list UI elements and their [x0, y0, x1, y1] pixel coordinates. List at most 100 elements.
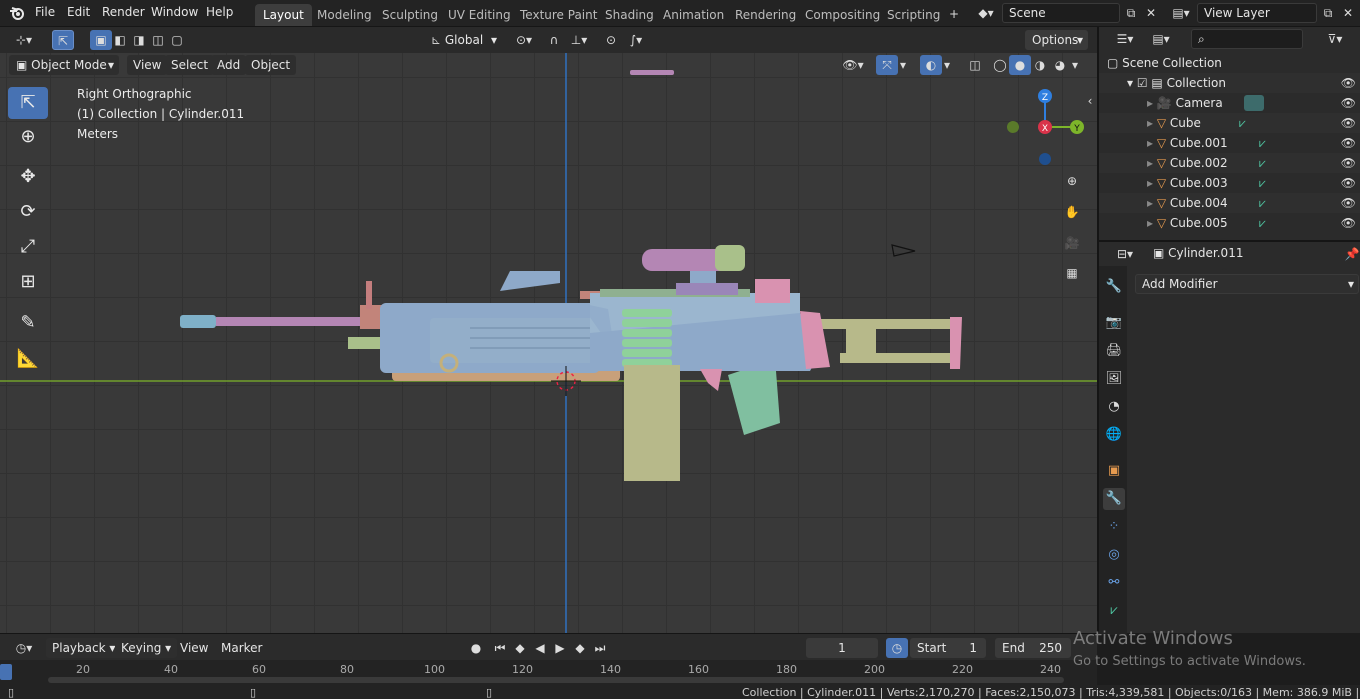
view-layer-field[interactable]: View Layer [1197, 3, 1317, 23]
expand-chevron-icon[interactable]: ▸ [1147, 136, 1157, 150]
mesh-data-tab-icon[interactable]: ⩗ [1103, 600, 1125, 622]
expand-chevron-icon[interactable]: ▸ [1147, 96, 1157, 110]
outliner-item-cube-005[interactable]: ▸ ▽ Cube.005 ⩗ 👁 [1099, 213, 1360, 233]
menu-render[interactable]: Render [102, 5, 145, 19]
current-frame-field[interactable]: 1 [806, 638, 878, 658]
camera-view-icon[interactable]: 🎥 [1061, 233, 1083, 255]
render-tab-icon[interactable]: 📷 [1103, 312, 1125, 334]
outliner-item-camera[interactable]: ▸ 🎥 Camera 👁 [1099, 93, 1360, 113]
object-tab-icon[interactable]: ▣ [1103, 460, 1125, 482]
add-modifier-dropdown[interactable]: Add Modifier ▾ [1135, 274, 1359, 294]
sidebar-toggle-icon[interactable]: ‹ [1084, 91, 1096, 111]
blender-logo-icon[interactable] [9, 5, 25, 21]
menu-file[interactable]: File [35, 5, 55, 19]
eye-icon[interactable]: 👁 [1341, 173, 1356, 193]
outliner-search-input[interactable]: ⌕ [1191, 29, 1303, 49]
outliner-item-cube-001[interactable]: ▸ ▽ Cube.001 ⩗ 👁 [1099, 133, 1360, 153]
jump-end-icon[interactable]: ⏭ [589, 638, 611, 658]
modifier-tab-icon[interactable]: 🔧 [1103, 488, 1125, 510]
display-mode-icon[interactable]: ▤▾ [1147, 29, 1175, 49]
scene-field[interactable]: Scene [1002, 3, 1120, 23]
start-frame-field[interactable]: Start 1 [910, 638, 986, 658]
eye-icon[interactable]: 👁 [1341, 93, 1356, 113]
constraints-tab-icon[interactable]: ⚯ [1103, 572, 1125, 594]
output-tab-icon[interactable]: 🖨 [1103, 340, 1125, 362]
timeline-editor-type-icon[interactable]: ◷▾ [8, 638, 40, 658]
view-layer-browse-icon[interactable]: ▤▾ [1168, 3, 1194, 23]
snap-icon[interactable]: ∩ [543, 30, 565, 50]
eye-icon[interactable]: 👁 [1341, 213, 1356, 233]
record-icon[interactable]: ● [465, 638, 487, 658]
tab-modeling[interactable]: Modeling [309, 4, 380, 26]
proportional-falloff-icon[interactable]: ∫▾ [620, 30, 652, 50]
timeline-menu-view[interactable]: View [174, 638, 214, 658]
keying-menu[interactable]: Keying ▾ [115, 638, 178, 658]
tab-scripting[interactable]: Scripting [879, 4, 948, 26]
play-reverse-icon[interactable]: ◀ [529, 638, 551, 658]
tab-compositing[interactable]: Compositing [797, 4, 888, 26]
tab-texture-paint[interactable]: Texture Paint [512, 4, 605, 26]
pan-hand-icon[interactable]: ✋ [1061, 202, 1083, 224]
prev-keyframe-icon[interactable]: ◆ [509, 638, 531, 658]
tool-tab-icon[interactable]: 🔧 [1103, 276, 1125, 298]
pin-icon[interactable]: 📌 [1341, 244, 1360, 264]
collection-row[interactable]: ▾ ☑ ▤ Collection 👁 [1099, 73, 1360, 93]
particles-tab-icon[interactable]: ⁘ [1103, 516, 1125, 538]
3d-viewport[interactable]: ▣ Object Mode ▾ View Select Add Object 👁▾… [0, 53, 1097, 633]
expand-chevron-icon[interactable]: ▸ [1147, 116, 1157, 130]
checkbox-icon[interactable]: ☑ [1137, 76, 1152, 90]
outliner-item-cube-004[interactable]: ▸ ▽ Cube.004 ⩗ 👁 [1099, 193, 1360, 213]
expand-chevron-icon[interactable]: ▸ [1147, 156, 1157, 170]
close-scene-icon[interactable]: ✕ [1140, 3, 1162, 23]
expand-chevron-icon[interactable]: ▸ [1147, 176, 1157, 190]
tab-uv-editing[interactable]: UV Editing [440, 4, 519, 26]
play-icon[interactable]: ▶ [549, 638, 571, 658]
options-dropdown[interactable]: Options ▾ [1025, 30, 1088, 50]
outliner-item-cube-002[interactable]: ▸ ▽ Cube.002 ⩗ 👁 [1099, 153, 1360, 173]
preview-range-icon[interactable]: ◷ [886, 638, 908, 658]
eye-icon[interactable]: 👁 [1341, 113, 1356, 133]
next-keyframe-icon[interactable]: ◆ [569, 638, 591, 658]
add-workspace-icon[interactable]: + [943, 4, 965, 24]
scene-tab-icon[interactable]: ◔ [1103, 396, 1125, 418]
timeline-scrollbar[interactable] [48, 677, 1064, 683]
view-layer-tab-icon[interactable]: 🖼 [1103, 368, 1125, 390]
new-view-layer-icon[interactable]: ⧉ [1317, 3, 1339, 23]
editor-type-icon[interactable]: ⊹▾ [8, 30, 40, 50]
transform-orientation-dropdown[interactable]: ⊾ Global ▾ [424, 30, 502, 50]
world-tab-icon[interactable]: 🌐 [1103, 424, 1125, 446]
jump-start-icon[interactable]: ⏮ [489, 638, 511, 658]
menu-help[interactable]: Help [206, 5, 233, 19]
scroll-icon[interactable] [1351, 29, 1360, 49]
expand-chevron-icon[interactable]: ▸ [1147, 196, 1157, 210]
eye-icon[interactable]: 👁 [1341, 193, 1356, 213]
menu-window[interactable]: Window [151, 5, 198, 19]
outliner-item-cube-003[interactable]: ▸ ▽ Cube.003 ⩗ 👁 [1099, 173, 1360, 193]
filter-icon[interactable]: ⊽▾ [1321, 29, 1349, 49]
playhead[interactable] [0, 664, 12, 680]
collapse-chevron-icon[interactable]: ▾ [1127, 76, 1137, 90]
end-frame-field[interactable]: End 250 [995, 638, 1071, 658]
menu-edit[interactable]: Edit [67, 5, 90, 19]
proportional-edit-icon[interactable]: ⊙ [600, 30, 622, 50]
properties-editor-type-icon[interactable]: ⊟▾ [1111, 244, 1139, 264]
tab-sculpting[interactable]: Sculpting [374, 4, 446, 26]
tab-rendering[interactable]: Rendering [727, 4, 804, 26]
outliner-item-cube[interactable]: ▸ ▽ Cube ⩗ 👁 [1099, 113, 1360, 133]
snap-target-icon[interactable]: ⊥▾ [563, 30, 595, 50]
pivot-point-icon[interactable]: ⊙▾ [510, 30, 538, 50]
outliner-editor-type-icon[interactable]: ☰▾ [1111, 29, 1139, 49]
tab-shading[interactable]: Shading [597, 4, 662, 26]
timeline-ruler[interactable]: 20 40 60 80 100 120 140 160 180 200 220 … [0, 660, 1097, 686]
eye-icon[interactable]: 👁 [1341, 133, 1356, 153]
timeline-menu-marker[interactable]: Marker [215, 638, 268, 658]
expand-chevron-icon[interactable]: ▸ [1147, 216, 1157, 230]
orthographic-toggle-icon[interactable]: ▦ [1061, 263, 1083, 285]
playback-menu[interactable]: Playback ▾ [46, 638, 122, 658]
eye-icon[interactable]: 👁 [1341, 73, 1356, 93]
zoom-icon[interactable]: ⊕ [1061, 171, 1083, 193]
new-scene-icon[interactable]: ⧉ [1120, 3, 1142, 23]
select-intersect-icon[interactable]: ▢ [166, 30, 188, 50]
physics-tab-icon[interactable]: ◎ [1103, 544, 1125, 566]
tab-animation[interactable]: Animation [655, 4, 732, 26]
